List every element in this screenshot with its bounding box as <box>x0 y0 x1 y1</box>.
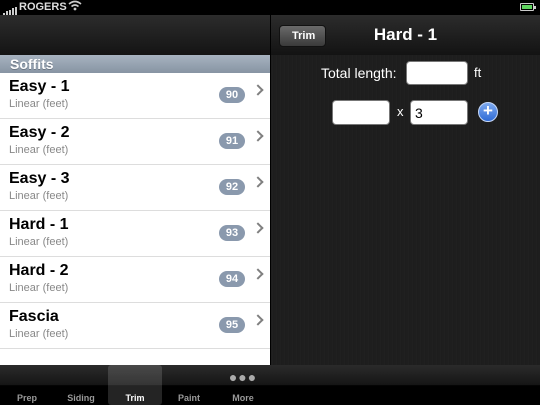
chevron-right-icon <box>252 84 264 96</box>
count-badge: 92 <box>219 179 245 195</box>
total-length-label: Total length: <box>321 65 397 81</box>
times-symbol: x <box>397 104 404 119</box>
section-header: Soffits <box>0 55 270 73</box>
list-item[interactable]: Easy - 3 Linear (feet) 92 <box>0 165 270 211</box>
total-length-input[interactable] <box>406 61 468 85</box>
page-title: Hard - 1 <box>271 25 540 45</box>
list-item-title: Easy - 2 <box>9 124 70 141</box>
tab-label: Trim <box>125 393 145 403</box>
count-badge: 94 <box>219 271 245 287</box>
chevron-right-icon <box>252 222 264 234</box>
count-badge: 90 <box>219 87 245 103</box>
tab-siding[interactable]: Siding <box>54 365 108 405</box>
list-item-subtitle: Linear (feet) <box>9 190 69 202</box>
add-icon[interactable]: + <box>478 102 498 122</box>
list-item[interactable]: Hard - 1 Linear (feet) 93 <box>0 211 270 257</box>
list-item-title: Easy - 3 <box>9 170 70 187</box>
list-item-title: Fascia <box>9 308 59 325</box>
chevron-right-icon <box>252 130 264 142</box>
battery-icon <box>520 3 536 11</box>
tab-label: Siding <box>67 393 95 403</box>
tab-trim[interactable]: Trim <box>108 365 162 405</box>
list-item[interactable]: Hard - 2 Linear (feet) 94 <box>0 257 270 303</box>
tab-label: Prep <box>16 393 37 403</box>
chevron-right-icon <box>252 176 264 188</box>
detail-navigation-bar: Trim Hard - 1 <box>271 15 540 55</box>
tab-paint[interactable]: Paint <box>162 365 216 405</box>
page-title-text: Hard - 1 <box>373 25 438 44</box>
list-item-title: Easy - 1 <box>9 78 70 95</box>
master-list-pane: Soffits Easy - 1 Linear (feet) 90 Easy -… <box>0 15 270 365</box>
list-item[interactable]: Easy - 2 Linear (feet) 91 <box>0 119 270 165</box>
list-item[interactable]: Easy - 1 Linear (feet) 90 <box>0 73 270 119</box>
count-badge: 91 <box>219 133 245 149</box>
tab-bar: Prep Siding Trim Paint ●●● More <box>0 365 540 405</box>
quantity-input[interactable]: 3 <box>410 100 468 125</box>
count-badge: 93 <box>219 225 245 241</box>
unit-label: ft <box>474 65 482 80</box>
count-badge: 95 <box>219 317 245 333</box>
list-item-subtitle: Linear (feet) <box>9 328 69 340</box>
chevron-right-icon <box>252 314 264 326</box>
status-bar: ROGERS <box>0 0 540 16</box>
more-dots-icon: ●●● <box>228 369 258 385</box>
chevron-right-icon <box>252 268 264 280</box>
list-item-subtitle: Linear (feet) <box>9 236 69 248</box>
list-item-subtitle: Linear (feet) <box>9 98 69 110</box>
list-item[interactable]: Fascia Linear (feet) 95 <box>0 303 270 349</box>
tab-prep[interactable]: Prep <box>0 365 54 405</box>
left-navigation-bar <box>0 15 270 55</box>
tab-label: More <box>232 393 254 403</box>
item-list[interactable]: Easy - 1 Linear (feet) 90 Easy - 2 Linea… <box>0 73 270 365</box>
carrier-name: ROGERS <box>19 1 67 13</box>
tab-more[interactable]: ●●● More <box>216 365 270 405</box>
list-item-subtitle: Linear (feet) <box>9 144 69 156</box>
list-item-partial[interactable] <box>0 349 270 365</box>
detail-pane: Trim Hard - 1 Total length: ft x 3 + <box>271 15 540 365</box>
tab-label: Paint <box>177 393 200 403</box>
list-item-title: Hard - 1 <box>9 216 69 233</box>
wifi-icon <box>68 0 82 14</box>
length-input[interactable] <box>332 100 390 125</box>
list-item-title: Hard - 2 <box>9 262 69 279</box>
list-item-subtitle: Linear (feet) <box>9 282 69 294</box>
